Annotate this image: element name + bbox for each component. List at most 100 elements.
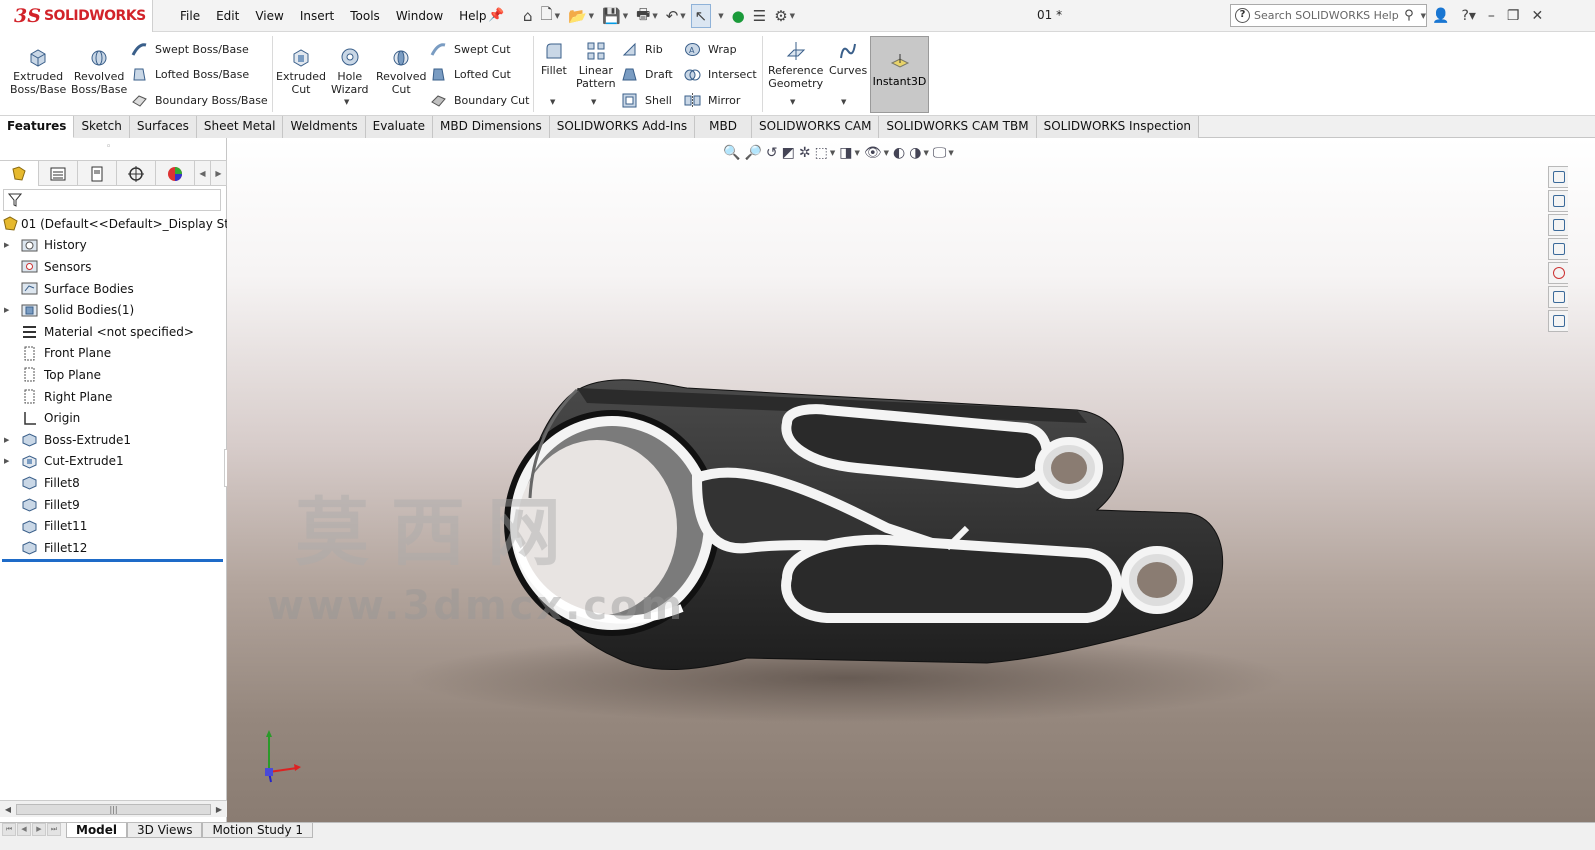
tab-evaluate[interactable]: Evaluate [365, 116, 434, 138]
tree-item-history[interactable]: ▶ History [0, 235, 227, 257]
menu-view[interactable]: View [247, 0, 291, 32]
open-icon[interactable]: 📂 ▼ [565, 4, 597, 28]
tree-item-material[interactable]: Material <not specified> [0, 321, 227, 343]
fillet-button[interactable]: Fillet [541, 40, 567, 77]
expand-arrow-icon[interactable]: ▶ [4, 306, 9, 314]
solidworks-logo[interactable]: 3S SOLIDWORKS [0, 0, 153, 32]
tab-configurationmanager[interactable] [78, 161, 117, 186]
menu-edit[interactable]: Edit [208, 0, 247, 32]
tree-item-fillet11[interactable]: Fillet11 [0, 515, 227, 537]
search-input[interactable]: Search SOLIDWORKS Help [1254, 9, 1400, 22]
first-tab-icon[interactable]: ⏮ [2, 823, 16, 836]
minimize-icon[interactable]: – [1488, 8, 1495, 24]
search-icon[interactable]: ⚲ [1404, 8, 1414, 23]
rib-button[interactable]: Rib [621, 39, 663, 59]
linear-pattern-button[interactable]: Linear Pattern [576, 40, 616, 90]
tab-dimxpertmanager[interactable] [117, 161, 156, 186]
tree-filter-field[interactable] [3, 189, 221, 211]
last-tab-icon[interactable]: ⏭ [47, 823, 61, 836]
search-help-field[interactable]: ? Search SOLIDWORKS Help ⚲ ▼ [1230, 4, 1427, 27]
rebuild-icon[interactable]: ● [729, 4, 748, 28]
print-icon[interactable]: 🖶 ▼ [633, 4, 661, 28]
menu-file[interactable]: File [172, 0, 208, 32]
save-icon[interactable]: 💾 ▼ [599, 4, 631, 28]
appearances-icon[interactable] [1548, 262, 1568, 284]
tab-featuremanager[interactable] [0, 161, 39, 186]
revolved-boss-button[interactable]: Revolved Boss/Base [71, 46, 127, 96]
lofted-boss-button[interactable]: Lofted Boss/Base [131, 64, 249, 84]
new-document-icon[interactable]: 🗋 ▼ [538, 4, 563, 28]
tab-solidworks-inspection[interactable]: SOLIDWORKS Inspection [1036, 116, 1200, 138]
swept-boss-button[interactable]: Swept Boss/Base [131, 39, 249, 59]
intersect-button[interactable]: Intersect [684, 64, 757, 84]
tree-item-right-plane[interactable]: Right Plane [0, 386, 227, 408]
tree-item-fillet8[interactable]: Fillet8 [0, 472, 227, 494]
prev-tab-icon[interactable]: ◀ [17, 823, 31, 836]
rollback-bar[interactable] [2, 559, 223, 562]
view-palette-icon[interactable] [1548, 238, 1568, 260]
graphics-area[interactable]: 🔍 🔎 ↺ ◩ ✲ ⬚ ▼ ◨ ▼ 👁 ▼ ◐ ◑ ▼ 🖵 ▼ 莫西网 www.… [227, 138, 1595, 822]
undo-icon[interactable]: ↶ ▼ [663, 4, 689, 28]
tree-item-cut-extrude1[interactable]: ▶ Cut-Extrude1 [0, 451, 227, 473]
tab-weldments[interactable]: Weldments [283, 116, 366, 138]
tab-sheet-metal[interactable]: Sheet Metal [196, 116, 284, 138]
tree-item-sensors[interactable]: Sensors [0, 256, 227, 278]
mirror-button[interactable]: Mirror [684, 90, 740, 110]
help-icon[interactable]: ?▾ [1461, 8, 1475, 24]
pin-icon[interactable]: 📌 [488, 8, 504, 24]
menu-window[interactable]: Window [388, 0, 451, 32]
shell-button[interactable]: Shell [621, 90, 672, 110]
hole-wizard-dropdown-icon[interactable]: ▼ [344, 98, 349, 106]
instant3d-button[interactable]: Instant3D [870, 36, 929, 113]
reference-geometry-button[interactable]: Reference Geometry [768, 40, 823, 90]
curves-button[interactable]: Curves [829, 40, 867, 77]
linear-pattern-dropdown-icon[interactable]: ▼ [591, 98, 596, 106]
restore-icon[interactable]: ❐ [1507, 8, 1520, 24]
file-properties-icon[interactable]: ☰ [750, 4, 769, 28]
forum-icon[interactable] [1548, 310, 1568, 332]
tree-item-fillet9[interactable]: Fillet9 [0, 494, 227, 516]
hole-wizard-button[interactable]: Hole Wizard [331, 46, 369, 96]
swept-cut-button[interactable]: Swept Cut [430, 39, 511, 59]
select-dropdown-icon[interactable]: ▼ [713, 4, 726, 28]
tabs-scroll-left-icon[interactable]: ◀ [195, 161, 211, 186]
scroll-right-icon[interactable]: ▶ [211, 805, 227, 814]
file-explorer-icon[interactable] [1548, 214, 1568, 236]
tree-item-top-plane[interactable]: Top Plane [0, 364, 227, 386]
tab-sketch[interactable]: Sketch [74, 116, 130, 138]
options-gear-icon[interactable]: ⚙ ▼ [771, 4, 798, 28]
tab-surfaces[interactable]: Surfaces [129, 116, 197, 138]
tab-mbd-dimensions[interactable]: MBD Dimensions [433, 116, 550, 138]
tab-solidworks-cam[interactable]: SOLIDWORKS CAM [752, 116, 880, 138]
tree-item-solid-bodies[interactable]: ▶ Solid Bodies(1) [0, 299, 227, 321]
tree-root-part[interactable]: 01 (Default<<Default>_Display State 1>) [0, 213, 227, 235]
boundary-boss-button[interactable]: Boundary Boss/Base [131, 90, 268, 110]
design-library-icon[interactable] [1548, 190, 1568, 212]
menu-insert[interactable]: Insert [292, 0, 342, 32]
fillet-dropdown-icon[interactable]: ▼ [550, 98, 555, 106]
tab-model[interactable]: Model [66, 823, 128, 838]
tree-item-surface-bodies[interactable]: Surface Bodies [0, 278, 227, 300]
lofted-cut-button[interactable]: Lofted Cut [430, 64, 511, 84]
tree-item-origin[interactable]: Origin [0, 407, 227, 429]
expand-arrow-icon[interactable]: ▶ [4, 436, 9, 444]
extruded-boss-button[interactable]: Extruded Boss/Base [10, 46, 66, 96]
scroll-thumb[interactable]: ||| [16, 803, 211, 815]
tree-item-fillet12[interactable]: Fillet12 [0, 537, 227, 559]
wrap-button[interactable]: A Wrap [684, 39, 737, 59]
search-dropdown-icon[interactable]: ▼ [1421, 12, 1426, 20]
boundary-cut-button[interactable]: Boundary Cut [430, 90, 529, 110]
tab-mbd[interactable]: MBD [695, 116, 752, 138]
tab-displaymanager[interactable] [156, 161, 195, 186]
solidworks-resources-icon[interactable] [1548, 166, 1568, 188]
expand-arrow-icon[interactable]: ▶ [4, 457, 9, 465]
curves-dropdown-icon[interactable]: ▼ [841, 98, 846, 106]
tree-item-boss-extrude1[interactable]: ▶ Boss-Extrude1 [0, 429, 227, 451]
scroll-left-icon[interactable]: ◀ [0, 805, 16, 814]
draft-button[interactable]: Draft [621, 64, 673, 84]
tab-3d-views[interactable]: 3D Views [127, 823, 203, 838]
tab-features[interactable]: Features [0, 116, 75, 138]
menu-tools[interactable]: Tools [342, 0, 388, 32]
user-icon[interactable]: 👤 [1432, 8, 1449, 24]
select-icon[interactable]: ↖ [690, 4, 712, 28]
